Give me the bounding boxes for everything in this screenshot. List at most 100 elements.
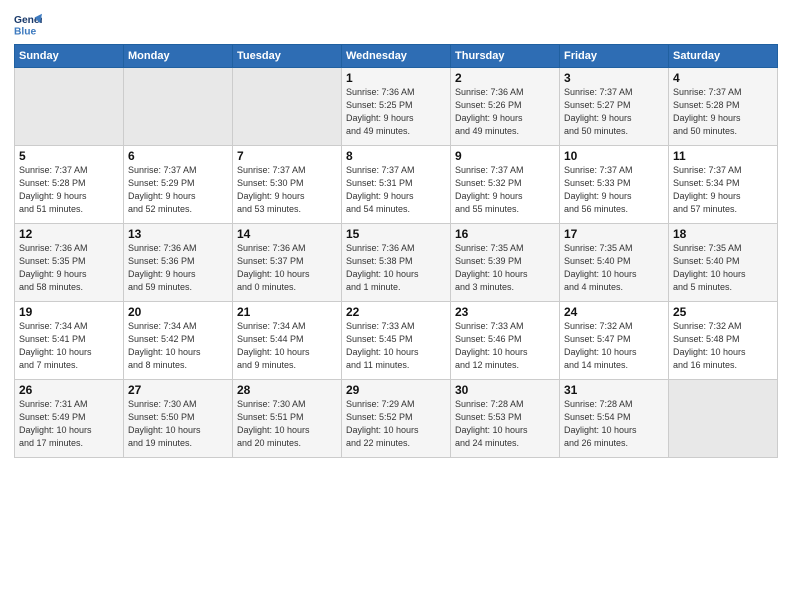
day-info: Sunrise: 7:37 AM Sunset: 5:34 PM Dayligh… xyxy=(673,164,773,216)
calendar-cell: 5Sunrise: 7:37 AM Sunset: 5:28 PM Daylig… xyxy=(15,146,124,224)
calendar-cell: 14Sunrise: 7:36 AM Sunset: 5:37 PM Dayli… xyxy=(233,224,342,302)
day-info: Sunrise: 7:34 AM Sunset: 5:42 PM Dayligh… xyxy=(128,320,228,372)
day-info: Sunrise: 7:36 AM Sunset: 5:37 PM Dayligh… xyxy=(237,242,337,294)
weekday-header: Thursday xyxy=(451,45,560,68)
header: General Blue xyxy=(14,10,778,38)
day-number: 21 xyxy=(237,305,337,319)
calendar-week-row: 1Sunrise: 7:36 AM Sunset: 5:25 PM Daylig… xyxy=(15,68,778,146)
weekday-header: Sunday xyxy=(15,45,124,68)
day-number: 16 xyxy=(455,227,555,241)
calendar-cell xyxy=(15,68,124,146)
day-number: 14 xyxy=(237,227,337,241)
day-number: 2 xyxy=(455,71,555,85)
day-number: 26 xyxy=(19,383,119,397)
calendar-week-row: 19Sunrise: 7:34 AM Sunset: 5:41 PM Dayli… xyxy=(15,302,778,380)
day-info: Sunrise: 7:37 AM Sunset: 5:33 PM Dayligh… xyxy=(564,164,664,216)
calendar-cell: 15Sunrise: 7:36 AM Sunset: 5:38 PM Dayli… xyxy=(342,224,451,302)
day-number: 22 xyxy=(346,305,446,319)
day-number: 20 xyxy=(128,305,228,319)
day-number: 13 xyxy=(128,227,228,241)
day-number: 23 xyxy=(455,305,555,319)
calendar-cell: 13Sunrise: 7:36 AM Sunset: 5:36 PM Dayli… xyxy=(124,224,233,302)
day-number: 9 xyxy=(455,149,555,163)
day-info: Sunrise: 7:32 AM Sunset: 5:48 PM Dayligh… xyxy=(673,320,773,372)
day-number: 19 xyxy=(19,305,119,319)
day-info: Sunrise: 7:34 AM Sunset: 5:44 PM Dayligh… xyxy=(237,320,337,372)
calendar-cell: 11Sunrise: 7:37 AM Sunset: 5:34 PM Dayli… xyxy=(669,146,778,224)
calendar-cell: 20Sunrise: 7:34 AM Sunset: 5:42 PM Dayli… xyxy=(124,302,233,380)
day-info: Sunrise: 7:34 AM Sunset: 5:41 PM Dayligh… xyxy=(19,320,119,372)
weekday-header: Wednesday xyxy=(342,45,451,68)
calendar-cell: 16Sunrise: 7:35 AM Sunset: 5:39 PM Dayli… xyxy=(451,224,560,302)
calendar-cell: 10Sunrise: 7:37 AM Sunset: 5:33 PM Dayli… xyxy=(560,146,669,224)
day-info: Sunrise: 7:36 AM Sunset: 5:38 PM Dayligh… xyxy=(346,242,446,294)
calendar-cell: 27Sunrise: 7:30 AM Sunset: 5:50 PM Dayli… xyxy=(124,380,233,458)
day-number: 24 xyxy=(564,305,664,319)
weekday-header: Tuesday xyxy=(233,45,342,68)
day-info: Sunrise: 7:35 AM Sunset: 5:40 PM Dayligh… xyxy=(673,242,773,294)
day-info: Sunrise: 7:36 AM Sunset: 5:36 PM Dayligh… xyxy=(128,242,228,294)
calendar-cell: 25Sunrise: 7:32 AM Sunset: 5:48 PM Dayli… xyxy=(669,302,778,380)
calendar-cell: 31Sunrise: 7:28 AM Sunset: 5:54 PM Dayli… xyxy=(560,380,669,458)
day-number: 12 xyxy=(19,227,119,241)
calendar-week-row: 5Sunrise: 7:37 AM Sunset: 5:28 PM Daylig… xyxy=(15,146,778,224)
day-number: 29 xyxy=(346,383,446,397)
day-info: Sunrise: 7:37 AM Sunset: 5:28 PM Dayligh… xyxy=(673,86,773,138)
day-info: Sunrise: 7:36 AM Sunset: 5:35 PM Dayligh… xyxy=(19,242,119,294)
day-number: 25 xyxy=(673,305,773,319)
day-number: 7 xyxy=(237,149,337,163)
day-number: 6 xyxy=(128,149,228,163)
day-number: 30 xyxy=(455,383,555,397)
calendar-cell: 3Sunrise: 7:37 AM Sunset: 5:27 PM Daylig… xyxy=(560,68,669,146)
calendar-cell xyxy=(233,68,342,146)
calendar-cell xyxy=(669,380,778,458)
calendar-cell xyxy=(124,68,233,146)
day-info: Sunrise: 7:37 AM Sunset: 5:31 PM Dayligh… xyxy=(346,164,446,216)
calendar-cell: 9Sunrise: 7:37 AM Sunset: 5:32 PM Daylig… xyxy=(451,146,560,224)
day-info: Sunrise: 7:37 AM Sunset: 5:29 PM Dayligh… xyxy=(128,164,228,216)
calendar-cell: 6Sunrise: 7:37 AM Sunset: 5:29 PM Daylig… xyxy=(124,146,233,224)
calendar-week-row: 26Sunrise: 7:31 AM Sunset: 5:49 PM Dayli… xyxy=(15,380,778,458)
day-number: 28 xyxy=(237,383,337,397)
day-info: Sunrise: 7:37 AM Sunset: 5:32 PM Dayligh… xyxy=(455,164,555,216)
day-number: 1 xyxy=(346,71,446,85)
day-number: 27 xyxy=(128,383,228,397)
day-number: 5 xyxy=(19,149,119,163)
svg-text:Blue: Blue xyxy=(14,26,37,37)
calendar-cell: 22Sunrise: 7:33 AM Sunset: 5:45 PM Dayli… xyxy=(342,302,451,380)
day-info: Sunrise: 7:31 AM Sunset: 5:49 PM Dayligh… xyxy=(19,398,119,450)
day-info: Sunrise: 7:33 AM Sunset: 5:46 PM Dayligh… xyxy=(455,320,555,372)
calendar-cell: 4Sunrise: 7:37 AM Sunset: 5:28 PM Daylig… xyxy=(669,68,778,146)
calendar-cell: 12Sunrise: 7:36 AM Sunset: 5:35 PM Dayli… xyxy=(15,224,124,302)
day-info: Sunrise: 7:30 AM Sunset: 5:51 PM Dayligh… xyxy=(237,398,337,450)
day-info: Sunrise: 7:36 AM Sunset: 5:25 PM Dayligh… xyxy=(346,86,446,138)
calendar-cell: 28Sunrise: 7:30 AM Sunset: 5:51 PM Dayli… xyxy=(233,380,342,458)
calendar-table: SundayMondayTuesdayWednesdayThursdayFrid… xyxy=(14,44,778,458)
calendar-cell: 19Sunrise: 7:34 AM Sunset: 5:41 PM Dayli… xyxy=(15,302,124,380)
day-number: 17 xyxy=(564,227,664,241)
calendar-cell: 2Sunrise: 7:36 AM Sunset: 5:26 PM Daylig… xyxy=(451,68,560,146)
day-info: Sunrise: 7:29 AM Sunset: 5:52 PM Dayligh… xyxy=(346,398,446,450)
day-info: Sunrise: 7:33 AM Sunset: 5:45 PM Dayligh… xyxy=(346,320,446,372)
logo-icon: General Blue xyxy=(14,10,42,38)
day-info: Sunrise: 7:37 AM Sunset: 5:30 PM Dayligh… xyxy=(237,164,337,216)
logo: General Blue xyxy=(14,10,42,38)
day-number: 8 xyxy=(346,149,446,163)
weekday-header: Monday xyxy=(124,45,233,68)
weekday-header: Friday xyxy=(560,45,669,68)
day-number: 10 xyxy=(564,149,664,163)
page: General Blue SundayMondayTuesdayWednesda… xyxy=(0,0,792,612)
day-number: 31 xyxy=(564,383,664,397)
calendar-cell: 26Sunrise: 7:31 AM Sunset: 5:49 PM Dayli… xyxy=(15,380,124,458)
calendar-cell: 29Sunrise: 7:29 AM Sunset: 5:52 PM Dayli… xyxy=(342,380,451,458)
day-number: 3 xyxy=(564,71,664,85)
day-number: 18 xyxy=(673,227,773,241)
calendar-cell: 8Sunrise: 7:37 AM Sunset: 5:31 PM Daylig… xyxy=(342,146,451,224)
calendar-cell: 21Sunrise: 7:34 AM Sunset: 5:44 PM Dayli… xyxy=(233,302,342,380)
calendar-cell: 24Sunrise: 7:32 AM Sunset: 5:47 PM Dayli… xyxy=(560,302,669,380)
day-number: 11 xyxy=(673,149,773,163)
calendar-week-row: 12Sunrise: 7:36 AM Sunset: 5:35 PM Dayli… xyxy=(15,224,778,302)
header-row: SundayMondayTuesdayWednesdayThursdayFrid… xyxy=(15,45,778,68)
day-info: Sunrise: 7:30 AM Sunset: 5:50 PM Dayligh… xyxy=(128,398,228,450)
calendar-cell: 7Sunrise: 7:37 AM Sunset: 5:30 PM Daylig… xyxy=(233,146,342,224)
